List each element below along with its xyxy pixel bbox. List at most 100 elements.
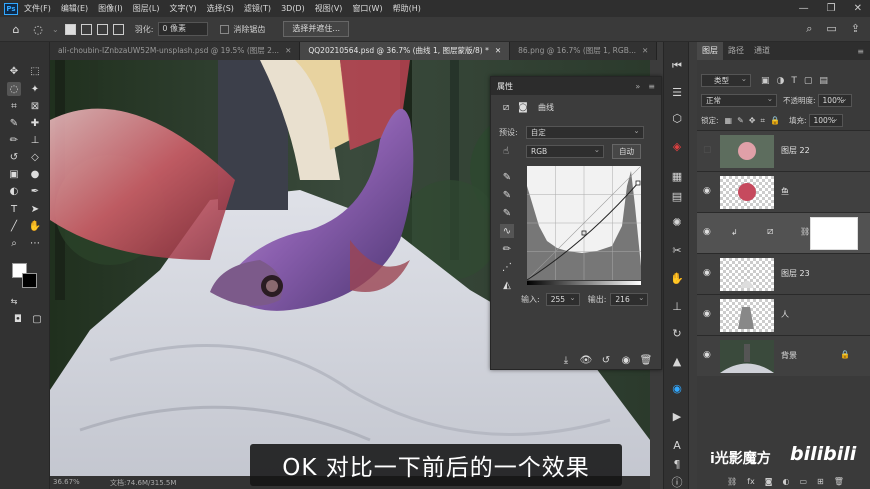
home-icon[interactable]: ⌂: [8, 21, 24, 37]
tab-document[interactable]: 86.png @ 16.7% (图层 1, RGB... ✕: [510, 42, 658, 60]
actions-panel-icon[interactable]: ▶: [669, 408, 685, 424]
more-tools-icon[interactable]: ⋯: [28, 236, 42, 250]
tab-document[interactable]: ali-choubin-IZnbzaUW52M-unsplash.psd @ 1…: [50, 42, 301, 60]
layer-name[interactable]: 鱼: [781, 186, 789, 197]
lasso-icon[interactable]: ◌: [30, 21, 46, 37]
color-panel-icon[interactable]: ▦: [669, 168, 685, 184]
target-adjust-icon[interactable]: ☝: [499, 145, 513, 159]
menu-type[interactable]: 文字(Y): [169, 3, 196, 14]
menu-edit[interactable]: 编辑(E): [61, 3, 88, 14]
fx-icon[interactable]: fx: [747, 477, 755, 489]
eye-icon[interactable]: ◉: [703, 309, 711, 319]
layer-name[interactable]: 人: [781, 309, 789, 320]
menu-file[interactable]: 文件(F): [24, 3, 51, 14]
histogram-panel-icon[interactable]: ▲: [669, 353, 685, 369]
menu-select[interactable]: 选择(S): [207, 3, 234, 14]
info-panel-icon[interactable]: ⓘ: [669, 474, 685, 489]
channel-dropdown[interactable]: RGB: [526, 144, 604, 158]
new-layer-icon[interactable]: ⊞: [817, 477, 824, 489]
mask-icon[interactable]: ◙: [516, 100, 530, 114]
eraser-tool-icon[interactable]: ◇: [28, 150, 42, 164]
menu-3d[interactable]: 3D(D): [281, 4, 305, 13]
feather-input[interactable]: 0 像素: [158, 22, 209, 36]
lasso-tool-icon[interactable]: ◌: [7, 82, 21, 96]
layer-row-selected[interactable]: ◉ ↲ ⧄ ⛓: [697, 212, 870, 253]
delete-icon[interactable]: 🗑: [639, 353, 653, 367]
tab-layers[interactable]: 图层: [697, 42, 723, 60]
view-previous-icon[interactable]: 👁: [579, 353, 593, 367]
menu-view[interactable]: 视图(V): [315, 3, 343, 14]
history-panel-icon[interactable]: ⏮: [669, 58, 685, 74]
menu-help[interactable]: 帮助(H): [393, 3, 421, 14]
edit-curve-icon[interactable]: ∿: [500, 224, 514, 238]
menu-layer[interactable]: 图层(L): [133, 3, 160, 14]
opacity-input[interactable]: 100%: [817, 93, 852, 107]
3d-panel-icon[interactable]: ⬡: [669, 110, 685, 126]
stamp-panel-icon[interactable]: ⊥: [669, 298, 685, 314]
frame-tool-icon[interactable]: ⊠: [28, 99, 42, 113]
antialias-checkbox[interactable]: [220, 24, 230, 34]
visibility-toggle[interactable]: ▢: [703, 145, 712, 155]
menu-filter[interactable]: 滤镜(T): [244, 3, 271, 14]
healing-tool-icon[interactable]: ✚: [28, 116, 42, 130]
eyedropper-tool-icon[interactable]: ✎: [7, 116, 21, 130]
link-icon[interactable]: ⛓: [800, 227, 810, 236]
marquee-tool-icon[interactable]: ⬚: [28, 64, 42, 78]
magic-wand-tool-icon[interactable]: ✦: [28, 82, 42, 96]
intersect-selection-icon[interactable]: [112, 23, 124, 35]
move-tool-icon[interactable]: ✥: [7, 64, 21, 78]
minimize-icon[interactable]: —: [799, 3, 809, 14]
add-mask-icon[interactable]: ◙: [765, 477, 773, 489]
curves-graph[interactable]: [527, 166, 641, 280]
link-layers-icon[interactable]: ⛓: [727, 477, 737, 489]
layer-row[interactable]: ◉ 背景 🔒: [697, 335, 870, 376]
panel-menu-icon[interactable]: ≡: [648, 82, 655, 91]
character-panel-icon[interactable]: A: [669, 437, 685, 453]
add-selection-icon[interactable]: [80, 23, 92, 35]
preset-dropdown[interactable]: 自定: [525, 125, 644, 139]
screen-mode-icon[interactable]: ▢: [30, 312, 44, 326]
clip-to-layer-icon[interactable]: ⤓: [559, 353, 573, 367]
search-icon[interactable]: ⌕: [806, 22, 812, 36]
tab-channels[interactable]: 通道: [749, 42, 775, 60]
adjustments-panel-icon[interactable]: ☰: [669, 84, 685, 100]
layer-row[interactable]: ◉ 图层 23: [697, 253, 870, 294]
background-color-swatch[interactable]: [22, 273, 37, 288]
layer-name[interactable]: 背景: [781, 350, 797, 361]
reset-icon[interactable]: ↺: [599, 353, 613, 367]
smooth-curve-icon[interactable]: ⋰: [500, 260, 514, 274]
fill-input[interactable]: 100%: [808, 113, 843, 127]
stamp-tool-icon[interactable]: ⊥: [28, 133, 42, 147]
layer-row[interactable]: ▢ 图层 22: [697, 130, 870, 171]
auto-button[interactable]: 自动: [612, 144, 641, 159]
line-tool-icon[interactable]: ╱: [7, 219, 21, 233]
brush-tool-icon[interactable]: ✏: [7, 133, 21, 147]
zoom-level[interactable]: 36.67%: [53, 478, 80, 486]
restore-icon[interactable]: ❐: [827, 3, 836, 14]
tools-panel-icon[interactable]: ✂: [669, 242, 685, 258]
eye-icon[interactable]: ◉: [703, 268, 711, 278]
layers-menu-icon[interactable]: ≡: [857, 47, 864, 56]
blur-tool-icon[interactable]: ●: [28, 167, 42, 181]
rotate-panel-icon[interactable]: ↻: [669, 325, 685, 341]
gradient-tool-icon[interactable]: ▣: [7, 167, 21, 181]
swap-colors-icon[interactable]: ⇆: [7, 294, 21, 308]
clipping-warning-icon[interactable]: ◭: [500, 278, 514, 292]
swatches-panel-icon[interactable]: ▤: [669, 188, 685, 204]
set-gray-point-icon[interactable]: ✎: [500, 188, 514, 202]
brush-settings-icon[interactable]: ✋: [669, 270, 685, 286]
paragraph-panel-icon[interactable]: ¶: [669, 456, 685, 472]
dodge-tool-icon[interactable]: ◐: [7, 184, 21, 198]
type-tool-icon[interactable]: T: [7, 202, 21, 216]
plugin-panel-icon[interactable]: ◈: [669, 138, 685, 154]
crop-tool-icon[interactable]: ⌗: [7, 99, 21, 113]
blend-mode-dropdown[interactable]: 正常: [701, 93, 777, 107]
menu-image[interactable]: 图像(I): [98, 3, 123, 14]
path-selection-icon[interactable]: ➤: [28, 202, 42, 216]
share-icon[interactable]: ⇪: [851, 22, 860, 36]
trash-icon[interactable]: 🗑: [834, 477, 844, 489]
eye-icon[interactable]: ◉: [703, 186, 711, 196]
layer-name[interactable]: 图层 22: [781, 145, 810, 156]
input-field[interactable]: 255: [545, 292, 580, 306]
layer-mask-thumbnail[interactable]: [810, 217, 858, 250]
